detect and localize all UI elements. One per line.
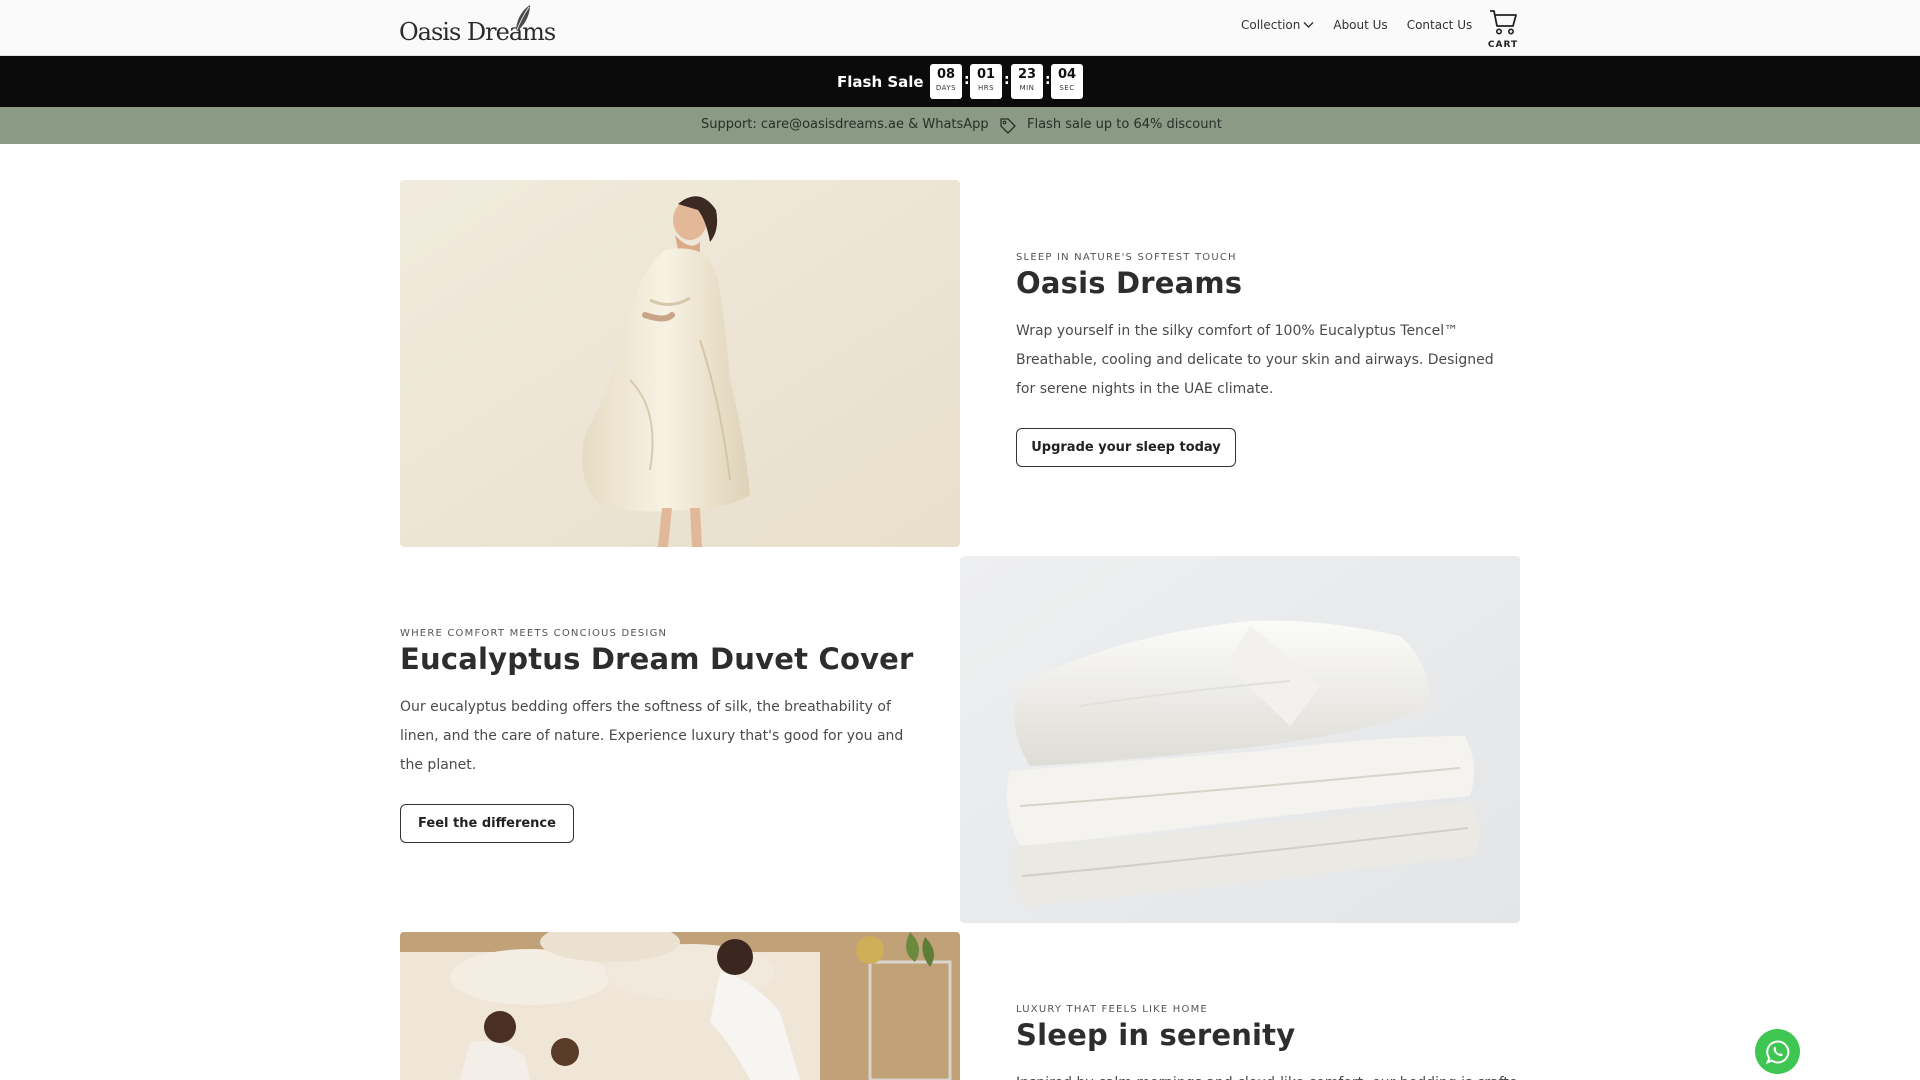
countdown-days-unit: DAYS <box>935 84 957 92</box>
countdown-separator: : <box>1045 72 1051 88</box>
folded-duvet-image <box>960 556 1520 923</box>
countdown-days: 08 DAYS <box>930 64 962 99</box>
family-bedroom-image <box>400 932 960 1080</box>
support-text: Support: care@oasisdreams.ae & WhatsApp <box>701 117 989 132</box>
countdown-hours-value: 01 <box>976 67 996 82</box>
countdown-separator: : <box>1004 72 1010 88</box>
countdown-minutes: 23 MIN <box>1011 64 1043 99</box>
section-2-eyebrow: WHERE COMFORT MEETS CONCIOUS DESIGN <box>400 628 668 639</box>
feel-the-difference-button[interactable]: Feel the difference <box>400 804 574 843</box>
countdown-separator: : <box>964 72 970 88</box>
hero-image-woman-duvet <box>400 180 960 547</box>
countdown-seconds-value: 04 <box>1057 67 1077 82</box>
family-on-bed-illustration <box>400 932 960 1080</box>
flash-sale-bar: Flash Sale 08 DAYS : 01 HRS : 23 MIN : 0… <box>0 56 1920 107</box>
site-header: Oasis Dreams Collection About Us Contact… <box>0 0 1920 56</box>
nav-collection[interactable]: Collection <box>1241 18 1314 32</box>
logo[interactable]: Oasis Dreams <box>399 4 556 48</box>
countdown-days-value: 08 <box>936 67 956 82</box>
countdown-minutes-unit: MIN <box>1019 84 1035 92</box>
nav-contact-us[interactable]: Contact Us <box>1407 18 1473 32</box>
main-nav: Collection About Us Contact Us <box>1241 18 1491 32</box>
nav-about-us-label: About Us <box>1333 18 1388 32</box>
countdown-minutes-value: 23 <box>1017 67 1037 82</box>
cart-button[interactable]: CART <box>1486 8 1520 52</box>
section-2-body: Our eucalyptus bedding offers the softne… <box>400 699 904 773</box>
leaf-icon <box>515 5 530 33</box>
flash-sale-discount-text: Flash sale up to 64% discount <box>1027 117 1222 132</box>
whatsapp-chat-button[interactable] <box>1755 1029 1800 1074</box>
countdown-seconds-unit: SEC <box>1059 84 1075 92</box>
flash-sale-label: Flash Sale <box>837 73 924 91</box>
section-3-body: Inspired by calm mornings and cloud-like… <box>1016 1069 1516 1080</box>
support-bar: Support: care@oasisdreams.ae & WhatsApp … <box>0 107 1920 144</box>
countdown-seconds: 04 SEC <box>1051 64 1083 99</box>
nav-contact-us-label: Contact Us <box>1406 18 1473 32</box>
upgrade-sleep-button[interactable]: Upgrade your sleep today <box>1016 428 1236 467</box>
countdown-hours: 01 HRS <box>970 64 1002 99</box>
whatsapp-icon <box>1765 1039 1789 1064</box>
section-3-eyebrow: LUXURY THAT FEELS LIKE HOME <box>1016 1004 1208 1015</box>
section-3-title: Sleep in serenity <box>1016 1018 1296 1052</box>
countdown-hours-unit: HRS <box>977 84 995 92</box>
chevron-down-icon <box>1303 22 1314 28</box>
tag-icon <box>1000 118 1016 134</box>
section-1-eyebrow: SLEEP IN NATURE'S SOFTEST TOUCH <box>1016 252 1237 263</box>
nav-about-us[interactable]: About Us <box>1333 18 1387 32</box>
section-1-title: Oasis Dreams <box>1016 266 1243 300</box>
woman-wrapped-in-duvet-illustration <box>400 180 960 547</box>
folded-white-duvet-illustration <box>960 556 1520 923</box>
cart-label: CART <box>1487 40 1519 50</box>
section-1-body: Wrap yourself in the silky comfort of 10… <box>1016 323 1494 397</box>
section-2-title: Eucalyptus Dream Duvet Cover <box>400 642 914 676</box>
cart-icon <box>1490 10 1517 35</box>
nav-collection-label: Collection <box>1241 18 1301 32</box>
